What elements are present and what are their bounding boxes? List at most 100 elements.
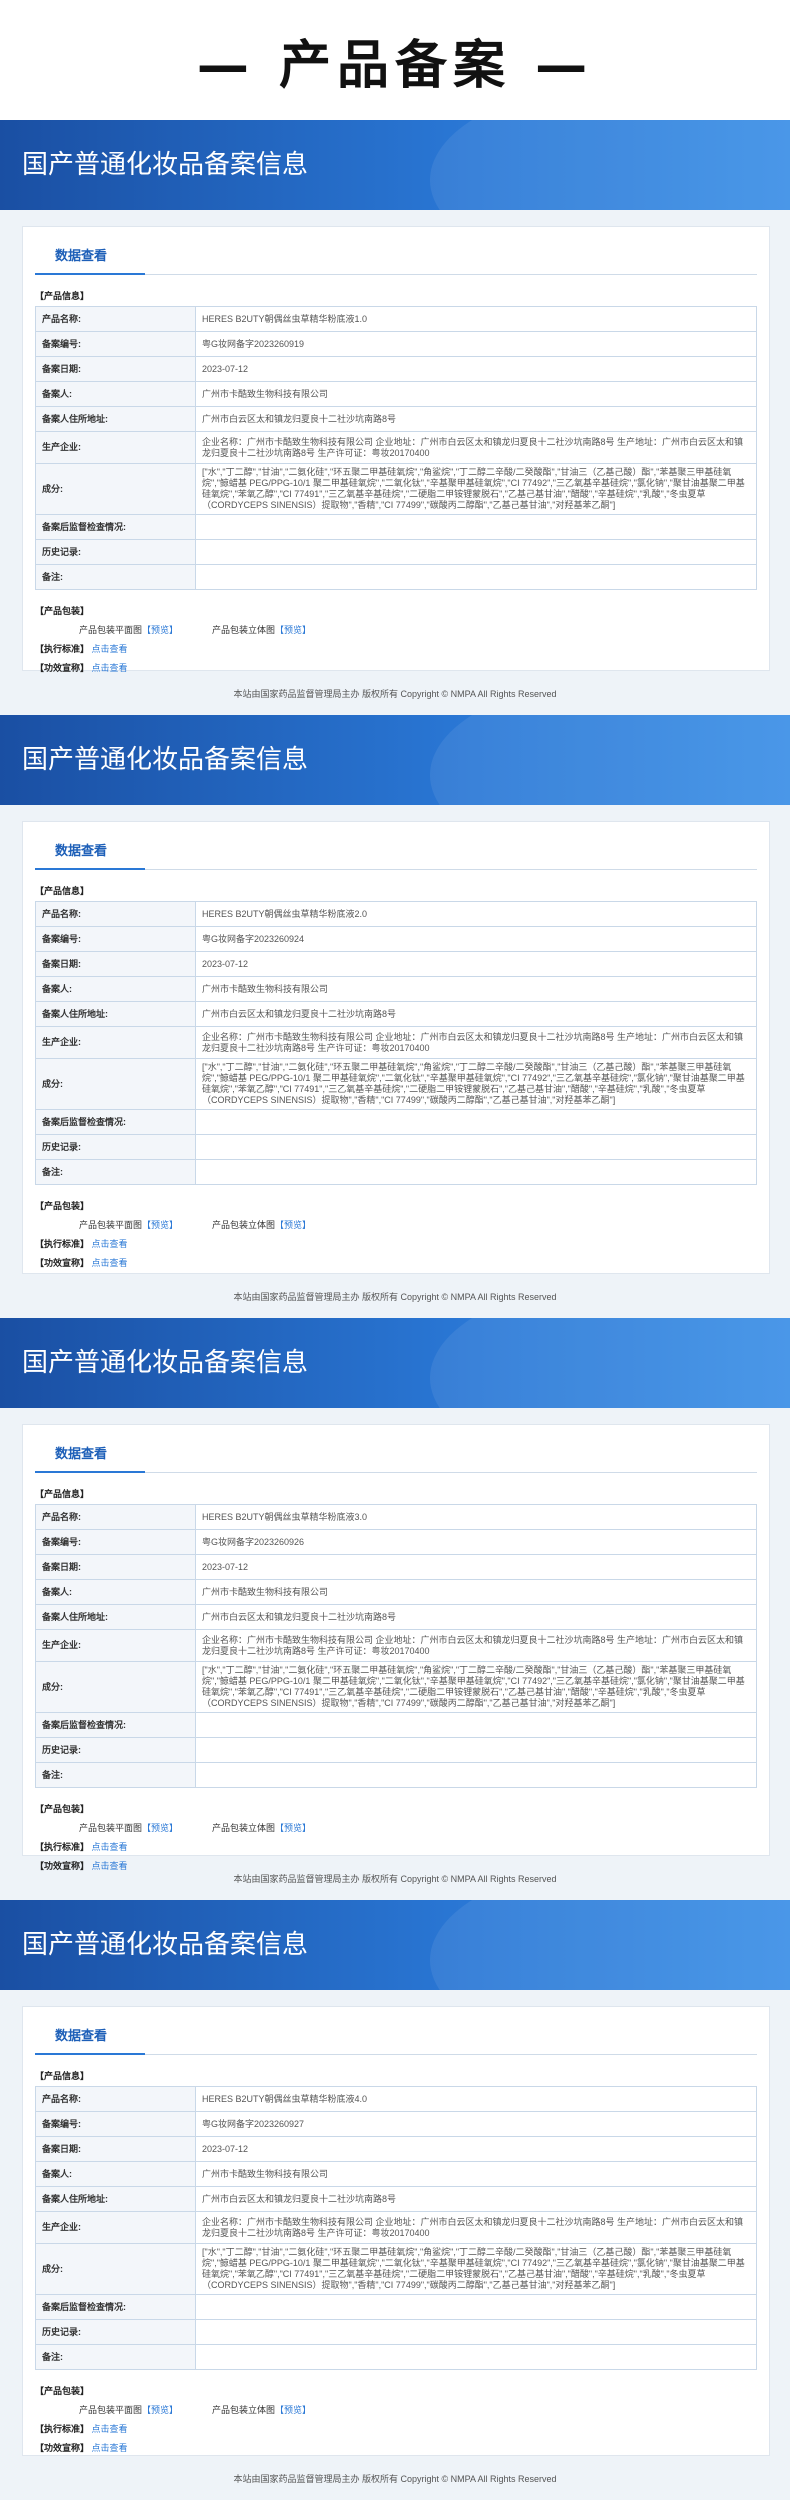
exec-standard-row: 【执行标准】 点击查看 [35, 2424, 128, 2434]
table-row: 备案后监督检查情况: [35, 2294, 757, 2320]
label-code: 备案编号: [35, 331, 196, 357]
value-name: HERES B2UTY朝偶丝虫草精华粉底液1.0 [195, 306, 757, 332]
label-ingredients: 成分: [35, 1661, 196, 1713]
preview-flat-link[interactable]: 【预览】 [142, 1823, 178, 1833]
footer: 本站由国家药品监督管理局主办 版权所有 Copyright © NMPA All… [233, 1292, 557, 1302]
table-row: 备案人住所地址: 广州市白云区太和镇龙归夏良十二社沙坑南路8号 [35, 2186, 757, 2212]
label-remark: 备注: [35, 2344, 196, 2370]
label-registrant: 备案人: [35, 381, 196, 407]
table-row: 生产企业: 企业名称：广州市卡酷致生物科技有限公司 企业地址：广州市白云区太和镇龙… [35, 431, 757, 464]
efficacy-link[interactable]: 点击查看 [92, 1258, 128, 1268]
table-row: 备案编号: 粤G妆网备字2023260924 [35, 926, 757, 952]
value-name: HERES B2UTY朝偶丝虫草精华粉底液3.0 [195, 1504, 757, 1530]
preview-solid-link[interactable]: 【预览】 [275, 625, 311, 635]
table-row: 备案人: 广州市卡酷致生物科技有限公司 [35, 381, 757, 407]
info-card: 数据查看 【产品信息】 产品名称: HERES B2UTY朝偶丝虫草精华粉底液1.… [22, 226, 770, 673]
label-registrant-addr: 备案人住所地址: [35, 1604, 196, 1630]
exec-standard-link[interactable]: 点击查看 [92, 1842, 128, 1852]
preview-flat-link[interactable]: 【预览】 [142, 625, 178, 635]
table-row: 备案人住所地址: 广州市白云区太和镇龙归夏良十二社沙坑南路8号 [35, 1001, 757, 1027]
value-date: 2023-07-12 [195, 951, 757, 977]
pack-solid: 产品包装立体图【预览】 [212, 2405, 312, 2415]
info-table: 产品名称: HERES B2UTY朝偶丝虫草精华粉底液3.0 备案编号: 粤G妆网备… [35, 1504, 757, 1788]
preview-solid-link[interactable]: 【预览】 [275, 2405, 311, 2415]
exec-standard-row: 【执行标准】 点击查看 [35, 644, 128, 654]
label-name: 产品名称: [35, 306, 196, 332]
section-product-info: 【产品信息】 [35, 291, 90, 301]
package-row: 产品包装平面图【预览】 产品包装立体图【预览】 [79, 2403, 769, 2416]
value-remark [195, 564, 757, 590]
table-row: 成分: ["水","丁二醇","甘油","二氨化硅","环五聚二甲基硅氧烷","角… [35, 2243, 757, 2295]
pack-flat: 产品包装平面图【预览】 [79, 625, 179, 635]
pack-solid: 产品包装立体图【预览】 [212, 625, 312, 635]
efficacy-link[interactable]: 点击查看 [92, 1861, 128, 1871]
efficacy-row: 【功效宣称】 点击查看 [35, 663, 128, 673]
value-post-check [195, 514, 757, 540]
exec-standard-link[interactable]: 点击查看 [92, 1239, 128, 1249]
label-history: 历史记录: [35, 1737, 196, 1763]
value-post-check [195, 2294, 757, 2320]
label-registrant: 备案人: [35, 1579, 196, 1605]
banner-title: 国产普通化妆品备案信息 [22, 745, 309, 775]
table-row: 备案日期: 2023-07-12 [35, 2136, 757, 2162]
preview-flat-link[interactable]: 【预览】 [142, 2405, 178, 2415]
label-manufacturer: 生产企业: [35, 431, 196, 464]
exec-standard-link[interactable]: 点击查看 [92, 2424, 128, 2434]
label-manufacturer: 生产企业: [35, 1629, 196, 1662]
label-remark: 备注: [35, 564, 196, 590]
value-ingredients: ["水","丁二醇","甘油","二氨化硅","环五聚二甲基硅氧烷","角鲨烷"… [195, 1661, 757, 1713]
table-row: 备注: [35, 564, 757, 590]
label-history: 历史记录: [35, 539, 196, 565]
footer: 本站由国家药品监督管理局主办 版权所有 Copyright © NMPA All… [233, 2474, 557, 2484]
table-row: 历史记录: [35, 539, 757, 565]
efficacy-link[interactable]: 点击查看 [92, 2443, 128, 2453]
value-history [195, 1134, 757, 1160]
record-panel: 国产普通化妆品备案信息 数据查看 【产品信息】 产品名称: HERES B2UTY… [0, 1318, 790, 1900]
label-post-check: 备案后监督检查情况: [35, 2294, 196, 2320]
table-row: 备注: [35, 1159, 757, 1185]
value-registrant: 广州市卡酷致生物科技有限公司 [195, 381, 757, 407]
value-registrant: 广州市卡酷致生物科技有限公司 [195, 2161, 757, 2187]
preview-flat-link[interactable]: 【预览】 [142, 1220, 178, 1230]
preview-solid-link[interactable]: 【预览】 [275, 1823, 311, 1833]
tab-data-view[interactable]: 数据查看 [55, 840, 107, 859]
preview-solid-link[interactable]: 【预览】 [275, 1220, 311, 1230]
value-manufacturer: 企业名称：广州市卡酷致生物科技有限公司 企业地址：广州市白云区太和镇龙归夏良十二… [195, 1026, 757, 1059]
efficacy-link[interactable]: 点击查看 [92, 663, 128, 673]
banner-title: 国产普通化妆品备案信息 [22, 150, 309, 180]
table-row: 成分: ["水","丁二醇","甘油","二氨化硅","环五聚二甲基硅氧烷","角… [35, 1058, 757, 1110]
table-row: 备案日期: 2023-07-12 [35, 951, 757, 977]
value-manufacturer: 企业名称：广州市卡酷致生物科技有限公司 企业地址：广州市白云区太和镇龙归夏良十二… [195, 431, 757, 464]
value-registrant-addr: 广州市白云区太和镇龙归夏良十二社沙坑南路8号 [195, 1001, 757, 1027]
package-row: 产品包装平面图【预览】 产品包装立体图【预览】 [79, 1821, 769, 1834]
tab-bar: 数据查看 [35, 2013, 757, 2055]
table-row: 成分: ["水","丁二醇","甘油","二氨化硅","环五聚二甲基硅氧烷","角… [35, 463, 757, 515]
page-title: — 产品备案 — [196, 35, 594, 96]
info-card: 数据查看 【产品信息】 产品名称: HERES B2UTY朝偶丝虫草精华粉底液4.… [22, 2006, 770, 2456]
section-product-info: 【产品信息】 [35, 886, 90, 896]
info-table: 产品名称: HERES B2UTY朝偶丝虫草精华粉底液2.0 备案编号: 粤G妆网备… [35, 901, 757, 1185]
tab-data-view[interactable]: 数据查看 [55, 2025, 107, 2044]
label-code: 备案编号: [35, 1529, 196, 1555]
record-panel: 国产普通化妆品备案信息 数据查看 【产品信息】 产品名称: HERES B2UTY… [0, 715, 790, 1318]
table-row: 历史记录: [35, 1134, 757, 1160]
label-name: 产品名称: [35, 2086, 196, 2112]
label-name: 产品名称: [35, 901, 196, 927]
package-row: 产品包装平面图【预览】 产品包装立体图【预览】 [79, 1218, 769, 1231]
tab-data-view[interactable]: 数据查看 [55, 245, 107, 264]
label-date: 备案日期: [35, 356, 196, 382]
section-product-pack: 【产品包装】 [35, 1201, 90, 1211]
value-registrant-addr: 广州市白云区太和镇龙归夏良十二社沙坑南路8号 [195, 1604, 757, 1630]
section-product-info: 【产品信息】 [35, 2071, 90, 2081]
label-ingredients: 成分: [35, 463, 196, 515]
tab-data-view[interactable]: 数据查看 [55, 1443, 107, 1462]
table-row: 备案后监督检查情况: [35, 1712, 757, 1738]
tab-underline [35, 868, 145, 870]
value-code: 粤G妆网备字2023260919 [195, 331, 757, 357]
value-remark [195, 1159, 757, 1185]
table-row: 备案人: 广州市卡酷致生物科技有限公司 [35, 2161, 757, 2187]
exec-standard-link[interactable]: 点击查看 [92, 644, 128, 654]
label-post-check: 备案后监督检查情况: [35, 1712, 196, 1738]
banner: 国产普通化妆品备案信息 [0, 1318, 790, 1408]
table-row: 备案编号: 粤G妆网备字2023260919 [35, 331, 757, 357]
